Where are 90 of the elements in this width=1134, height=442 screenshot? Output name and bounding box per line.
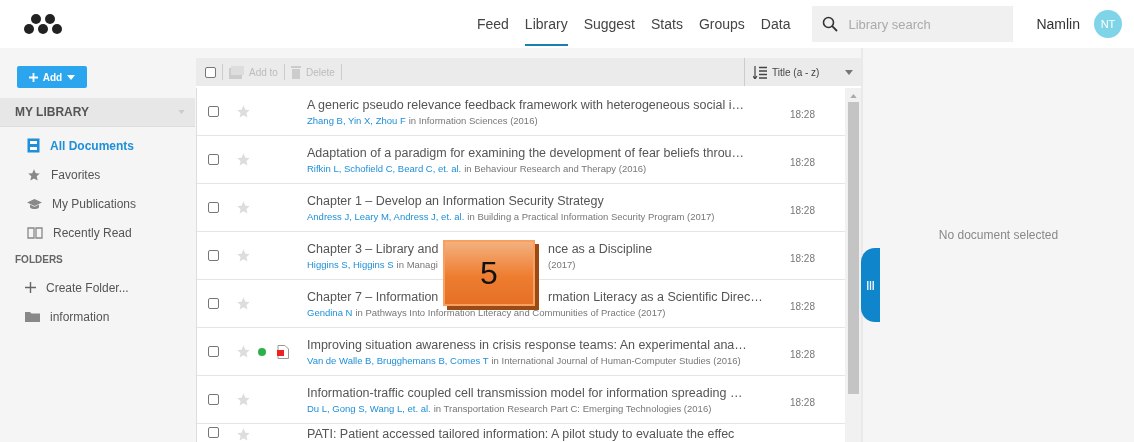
added-time: 18:28	[789, 300, 815, 312]
nav-tab[interactable]: Groups	[698, 2, 745, 46]
document-title: PATI: Patient accessed tailored information: A pilot study to evaluate the effec	[307, 427, 735, 441]
row-checkbox[interactable]	[208, 394, 219, 405]
logo-icon	[22, 13, 64, 35]
section-header[interactable]: MY LIBRARY	[0, 98, 195, 127]
empty-message: No document selected	[938, 228, 1059, 242]
caret-icon	[67, 74, 76, 80]
star-icon[interactable]	[236, 200, 251, 215]
document-venue: in Building a Practical Information Security Program (2017)	[467, 210, 715, 222]
document-row[interactable]: Adaptation of a paradigm for examining the development of fear beliefs throu… Rifkin L, Schofield C, Beard C, et. al. in Behaviour Research and Therapy (2016) 18:28	[197, 136, 845, 184]
sidebar-item[interactable]: Favorites	[0, 160, 195, 189]
document-title: Chapter 3 – Library and	[307, 241, 440, 256]
row-checkbox[interactable]	[208, 154, 219, 165]
added-time: 18:28	[789, 396, 815, 408]
document-icon	[27, 138, 40, 153]
search-icon	[822, 16, 839, 32]
nav-tab[interactable]: Feed	[476, 2, 509, 46]
plus-icon	[25, 282, 36, 293]
document-venue: in Information Sciences (2016)	[408, 114, 538, 126]
added-time: 18:28	[789, 204, 815, 216]
star-icon[interactable]	[236, 152, 251, 167]
sidebar-item[interactable]: Recently Read	[0, 218, 195, 247]
document-venue: in Pathways Into Information Literacy and Communities of Practice (2017)	[355, 306, 666, 318]
added-time: 18:28	[789, 156, 815, 168]
row-checkbox[interactable]	[208, 427, 219, 438]
added-time: 18:28	[789, 108, 815, 120]
folder-icon	[229, 65, 244, 79]
document-row[interactable]: Chapter 1 – Develop an Information Security Strategy Andress J, Leary M, Andress J, et. al. in Building a Practical Information Security Program (2017) 18:28	[197, 184, 845, 232]
document-venue: (2017)	[548, 258, 576, 270]
scrollbar-thumb[interactable]	[847, 102, 859, 394]
document-row[interactable]: PATI: Patient accessed tailored information: A pilot study to evaluate the effec	[197, 424, 845, 442]
nav-tab[interactable]: Data	[760, 2, 791, 46]
star-icon[interactable]	[236, 427, 251, 442]
row-checkbox[interactable]	[208, 250, 219, 261]
plus-icon	[28, 72, 38, 82]
document-authors[interactable]: Du L, Gong S, Wang L, et. al.	[307, 402, 431, 414]
document-venue: in International Journal of Human-Computer Studies (2016)	[491, 354, 741, 366]
star-icon[interactable]	[236, 392, 251, 407]
trash-icon	[290, 65, 301, 79]
nav-tab[interactable]: Library	[524, 2, 568, 46]
sort-icon	[753, 65, 767, 79]
row-checkbox[interactable]	[208, 298, 219, 309]
section-heading: FOLDERS	[14, 253, 64, 267]
star-icon	[27, 167, 41, 182]
nav-tab[interactable]: Stats	[651, 2, 683, 46]
document-title: Improving situation awareness in crisis response teams: An experimental ana…	[307, 337, 747, 352]
star-icon[interactable]	[236, 248, 251, 263]
document-title: nce as a Discipline	[548, 241, 653, 256]
nav-tab[interactable]: Suggest	[583, 2, 635, 46]
book-icon	[27, 226, 43, 239]
document-title: A generic pseudo relevance feedback framework with heterogeneous social i…	[307, 97, 745, 112]
document-title: Information-traffic coupled cell transmission model for information spreading …	[307, 385, 743, 400]
document-title: Adaptation of a paradigm for examining the development of fear beliefs throu…	[307, 145, 745, 160]
star-icon[interactable]	[236, 296, 251, 311]
added-time: 18:28	[789, 252, 815, 264]
select-all-checkbox[interactable]	[205, 66, 216, 78]
document-authors[interactable]: Rifkin L, Schofield C, Beard C, et. al.	[307, 162, 462, 174]
document-authors[interactable]: Gendina N	[307, 306, 353, 318]
row-checkbox[interactable]	[208, 106, 219, 117]
document-authors[interactable]: Van de Walle B, Brugghemans B, Comes T	[307, 354, 489, 366]
folder-item[interactable]: Create Folder...	[0, 273, 195, 302]
scroll-up-icon[interactable]	[849, 94, 857, 98]
document-row[interactable]: Improving situation awareness in crisis response teams: An experimental ana… Van de Walle B, Brugghemans B, Comes T in International Journal of Human-Computer Studies (2016) 18:28	[197, 328, 845, 376]
star-icon[interactable]	[236, 104, 251, 119]
grip-icon	[867, 280, 874, 290]
document-venue: in Managi	[396, 258, 438, 270]
folder-icon	[25, 311, 40, 322]
document-venue: in Transportation Research Part C: Emerging Technologies (2016)	[433, 402, 712, 414]
graduation-cap-icon	[27, 197, 42, 210]
document-authors[interactable]: Higgins S, Higgins S	[307, 258, 394, 270]
document-row[interactable]: Information-traffic coupled cell transmission model for information spreading … Du L, Gong S, Wang L, et. al. in Transportation Research Part C: Emerging Technologies (2016) 18:28	[197, 376, 845, 424]
row-checkbox[interactable]	[208, 346, 219, 357]
document-title: Chapter 1 – Develop an Information Security Strategy	[307, 193, 604, 208]
document-authors[interactable]: Andress J, Leary M, Andress J, et. al.	[307, 210, 465, 222]
document-venue: in Behaviour Research and Therapy (2016)	[464, 162, 647, 174]
row-checkbox[interactable]	[208, 202, 219, 213]
document-title: rmation Literacy as a Scientific Direc…	[548, 289, 763, 304]
caret-icon	[845, 69, 853, 75]
document-authors[interactable]: Zhang B, Yin X, Zhou F	[307, 114, 406, 126]
document-title: Chapter 7 – Information	[307, 289, 440, 304]
sidebar-item[interactable]: My Publications	[0, 189, 195, 218]
sort-dropdown[interactable]: Title (a - z)	[744, 58, 861, 86]
document-row[interactable]: A generic pseudo relevance feedback framework with heterogeneous social i… Zhang B, Yin X, Zhou F in Information Sciences (2016) 18:28	[197, 88, 845, 136]
panel-handle[interactable]	[861, 248, 880, 322]
search-field[interactable]: Library search	[812, 6, 1014, 42]
star-icon[interactable]	[236, 344, 251, 359]
folder-item[interactable]: information	[0, 302, 195, 331]
added-time: 18:28	[789, 348, 815, 360]
user-name[interactable]: Namlin	[1036, 16, 1080, 32]
